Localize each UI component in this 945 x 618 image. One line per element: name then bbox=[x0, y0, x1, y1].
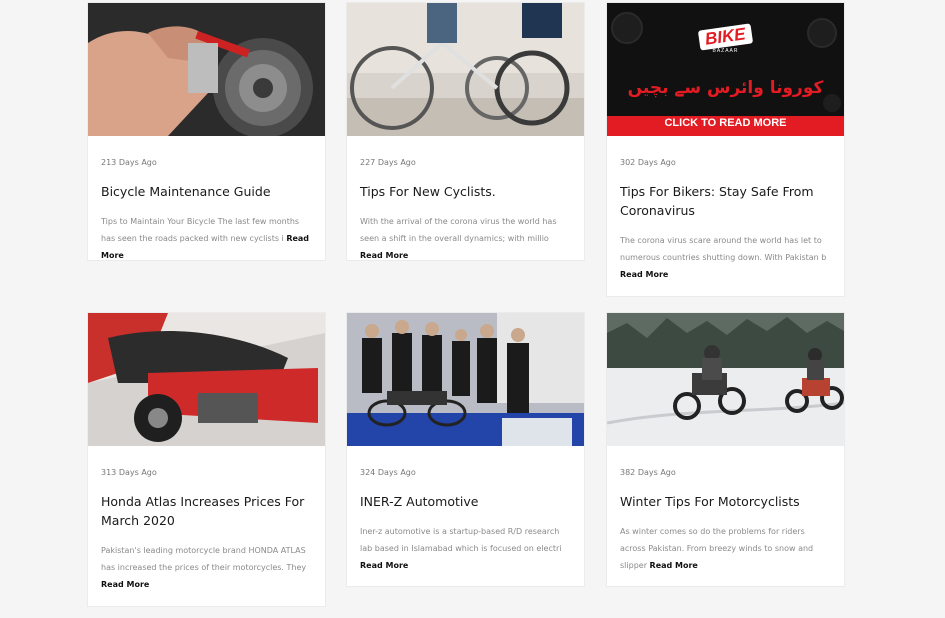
post-date: 302 Days Ago bbox=[620, 158, 676, 167]
banner-urdu-text: کورونا وائرس سے بچیں bbox=[627, 78, 824, 98]
post-excerpt: Tips to Maintain Your Bicycle The last f… bbox=[101, 213, 312, 264]
post-date: 324 Days Ago bbox=[360, 468, 416, 477]
post-excerpt: As winter comes so do the problems for r… bbox=[620, 523, 831, 574]
excerpt-text: Tips to Maintain Your Bicycle The last f… bbox=[101, 217, 300, 243]
post-card[interactable]: 382 Days Ago Winter Tips For Motorcyclis… bbox=[606, 312, 845, 587]
excerpt-text: With the arrival of the corona virus the… bbox=[360, 217, 557, 243]
banner-cta[interactable]: CLICK TO READ MORE bbox=[607, 117, 844, 129]
post-title[interactable]: Tips For Bikers: Stay Safe From Coronavi… bbox=[620, 182, 831, 220]
read-more-link[interactable]: Read More bbox=[650, 561, 698, 570]
post-card[interactable]: 313 Days Ago Honda Atlas Increases Price… bbox=[87, 312, 326, 607]
excerpt-text: Pakistan's leading motorcycle brand HOND… bbox=[101, 546, 307, 572]
post-thumbnail[interactable] bbox=[607, 313, 844, 446]
post-card[interactable]: 324 Days Ago INER-Z Automotive Iner-z au… bbox=[346, 312, 585, 587]
post-title[interactable]: Bicycle Maintenance Guide bbox=[101, 182, 312, 201]
post-thumbnail[interactable] bbox=[347, 3, 584, 136]
post-card[interactable]: BIKE BAZAAR کورونا وائرس سے بچیں CLICK T… bbox=[606, 2, 845, 297]
post-thumbnail[interactable]: BIKE BAZAAR کورونا وائرس سے بچیں CLICK T… bbox=[607, 3, 844, 136]
banner-brand: BIKE bbox=[698, 23, 753, 51]
post-excerpt: With the arrival of the corona virus the… bbox=[360, 213, 571, 264]
post-title[interactable]: Winter Tips For Motorcyclists bbox=[620, 492, 831, 511]
banner-sub: BAZAAR bbox=[712, 48, 739, 54]
excerpt-text: The corona virus scare around the world … bbox=[620, 236, 827, 262]
post-card[interactable]: 213 Days Ago Bicycle Maintenance Guide T… bbox=[87, 2, 326, 261]
post-date: 382 Days Ago bbox=[620, 468, 676, 477]
post-excerpt: Pakistan's leading motorcycle brand HOND… bbox=[101, 542, 312, 593]
post-excerpt: Iner-z automotive is a startup-based R/D… bbox=[360, 523, 571, 574]
post-date: 213 Days Ago bbox=[101, 158, 157, 167]
post-thumbnail[interactable] bbox=[88, 3, 325, 136]
post-excerpt: The corona virus scare around the world … bbox=[620, 232, 831, 283]
post-thumbnail[interactable] bbox=[88, 313, 325, 446]
post-date: 313 Days Ago bbox=[101, 468, 157, 477]
post-title[interactable]: INER-Z Automotive bbox=[360, 492, 571, 511]
banner-logo: BIKE BAZAAR bbox=[607, 23, 844, 54]
excerpt-text: Iner-z automotive is a startup-based R/D… bbox=[360, 527, 562, 553]
read-more-link[interactable]: Read More bbox=[620, 270, 668, 279]
read-more-link[interactable]: Read More bbox=[360, 251, 408, 260]
post-thumbnail[interactable] bbox=[347, 313, 584, 446]
read-more-link[interactable]: Read More bbox=[101, 580, 149, 589]
read-more-link[interactable]: Read More bbox=[360, 561, 408, 570]
post-title[interactable]: Tips For New Cyclists. bbox=[360, 182, 571, 201]
post-date: 227 Days Ago bbox=[360, 158, 416, 167]
post-title[interactable]: Honda Atlas Increases Prices For March 2… bbox=[101, 492, 312, 530]
post-card[interactable]: 227 Days Ago Tips For New Cyclists. With… bbox=[346, 2, 585, 261]
